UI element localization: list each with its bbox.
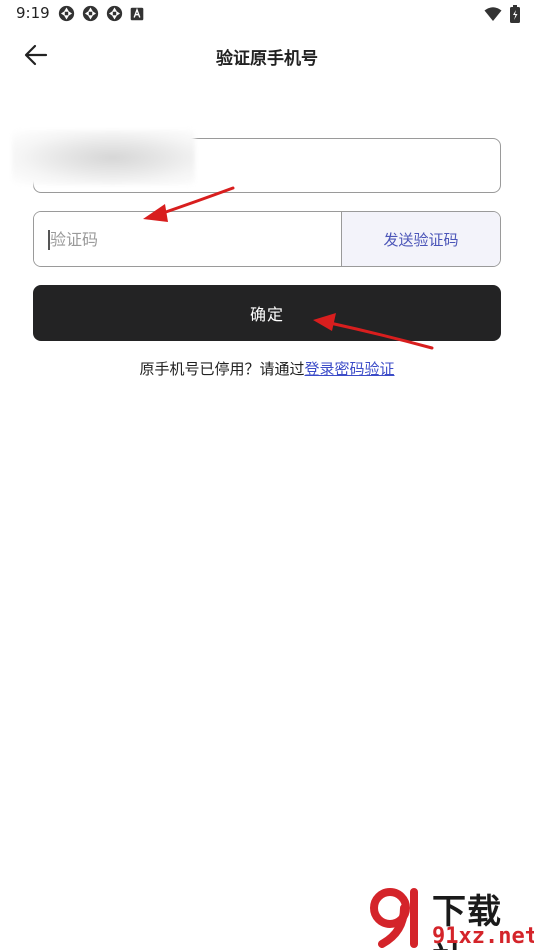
nav-bar: 验证原手机号 [0,30,534,80]
status-icons-left [58,5,144,22]
battery-icon [510,5,520,23]
code-row: 发送验证码 [33,211,501,267]
aperture-icon [106,5,123,22]
hint-text: 原手机号已停用？请通过 [139,360,305,378]
password-verify-link[interactable]: 登录密码验证 [305,360,395,378]
watermark-bottom-text: 91xz.net [432,924,534,949]
watermark: 下载站 91xz.net [364,882,534,950]
hint-row: 原手机号已停用？请通过登录密码验证 [0,358,534,379]
page-title: 验证原手机号 [216,49,318,69]
status-bar: 9:19 [0,0,534,28]
confirm-button[interactable]: 确定 [33,285,501,341]
watermark-logo [370,888,418,948]
status-icons-right [484,5,520,23]
status-time: 9:19 [16,4,50,22]
send-code-button[interactable]: 发送验证码 [341,212,500,266]
aperture-icon [82,5,99,22]
a-badge-icon [130,7,144,20]
aperture-icon [58,5,75,22]
wifi-icon [484,7,502,21]
blurred-phone-number [12,130,195,185]
text-caret [48,230,50,250]
code-input[interactable] [34,212,341,266]
